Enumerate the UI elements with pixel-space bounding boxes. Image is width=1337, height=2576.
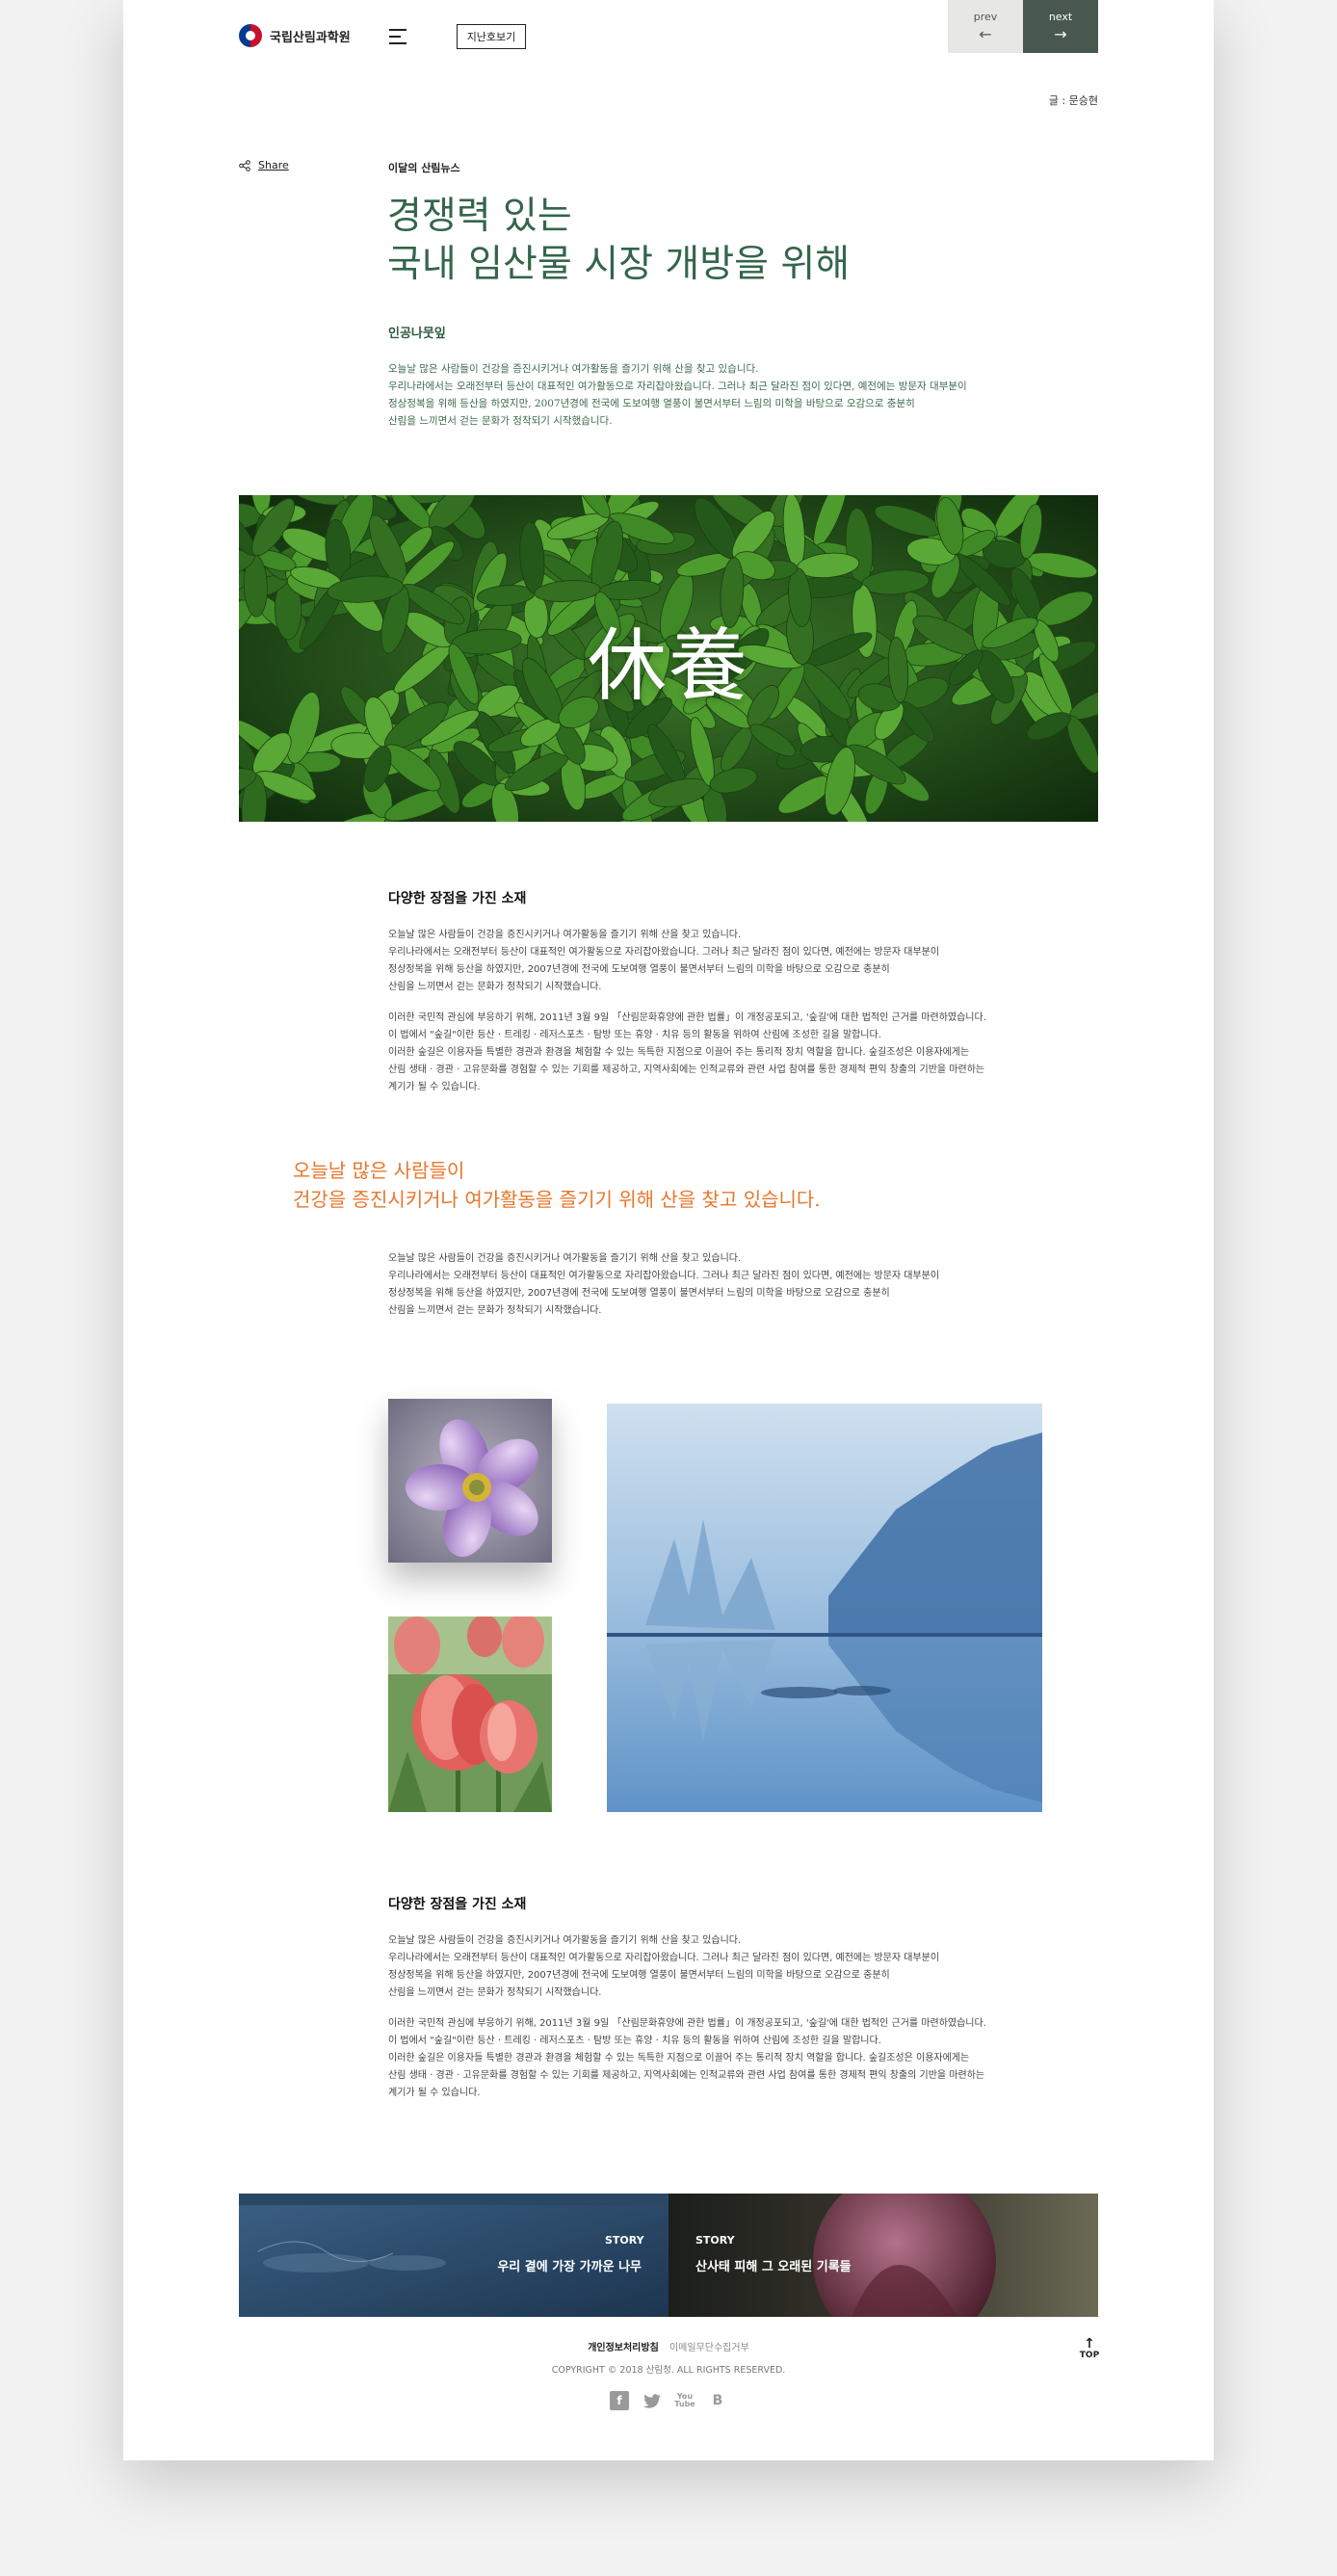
- text-line: 계기가 될 수 있습니다.: [388, 1082, 481, 1092]
- next-label: next: [1048, 11, 1073, 23]
- text-line: 정상정복을 위해 등산을 하였지만, 2007년경에 전국에 도보여행 열풍이 …: [388, 1288, 890, 1299]
- share-icon: [239, 159, 250, 171]
- text-line: 오늘날 많은 사람들이 건강을 증진시키거나 여가활동을 즐기기 위해 산을 찾…: [388, 1253, 742, 1264]
- section-title: 다양한 장점을 가진 소재: [388, 1897, 527, 1912]
- paragraph: 오늘날 많은 사람들이 건강을 증진시키거나 여가활동을 즐기기 위해 산을 찾…: [388, 1250, 1005, 1320]
- section-body: 오늘날 많은 사람들이 건강을 증진시키거나 여가활동을 즐기기 위해 산을 찾…: [388, 1932, 1005, 2102]
- paragraph: 이러한 국민적 관심에 부응하기 위해, 2011년 3월 9일 「산림문화휴양…: [388, 1010, 1005, 1096]
- article-subhead: 인공나뭇잎: [388, 327, 446, 341]
- anemone-photo: [388, 1399, 552, 1563]
- text-line: 산림을 느끼면서 걷는 문화가 정착되기 시작했습니다.: [388, 982, 602, 992]
- arrow-up-icon: ↑: [1084, 2336, 1095, 2352]
- text-line: 우리나라에서는 오래전부터 등산이 대표적인 여가활동으로 자리잡아왔습니다. …: [388, 1953, 940, 1963]
- story-title: 산사태 피해 그 오래된 기록들: [695, 2260, 852, 2274]
- story-label: STORY: [695, 2234, 735, 2247]
- org-name: 국립산림과학원: [270, 30, 351, 45]
- youtube-icon[interactable]: You Tube: [674, 2391, 695, 2410]
- text-line: 산림 생태 · 경관 · 고유문화를 경험할 수 있는 기회를 제공하고, 지역…: [388, 1065, 985, 1075]
- text-line: 산림 생태 · 경관 · 고유문화를 경험할 수 있는 기회를 제공하고, 지역…: [388, 2070, 985, 2081]
- menu-icon[interactable]: [389, 29, 406, 44]
- misty-lake-photo: [607, 1404, 1042, 1812]
- paragraph: 이러한 국민적 관심에 부응하기 위해, 2011년 3월 9일 「산림문화휴양…: [388, 2015, 1005, 2102]
- text-line: 이러한 국민적 관심에 부응하기 위해, 2011년 3월 9일 「산림문화휴양…: [388, 1012, 986, 1023]
- text-line: 이러한 국민적 관심에 부응하기 위해, 2011년 3월 9일 「산림문화휴양…: [388, 2018, 986, 2029]
- intro-line: 산림을 느끼면서 걷는 문화가 정착되기 시작했습니다.: [388, 415, 613, 427]
- top-label: TOP: [1079, 2351, 1100, 2360]
- privacy-policy-link[interactable]: 개인정보처리방침: [588, 2343, 659, 2353]
- past-issues-button[interactable]: 지난호보기: [457, 24, 526, 49]
- story-label: STORY: [605, 2234, 644, 2247]
- paragraph: 오늘날 많은 사람들이 건강을 증진시키거나 여가활동을 즐기기 위해 산을 찾…: [388, 927, 1005, 996]
- facebook-icon[interactable]: f: [610, 2391, 629, 2410]
- text-line: 이러한 숲길은 이용자들 특별한 경관과 환경을 체험할 수 있는 독특한 지점…: [388, 2053, 970, 2063]
- intro-line: 정상정복을 위해 등산을 하였지만, 2007년경에 전국에 도보여행 열풍이 …: [388, 398, 915, 409]
- footer-links: 개인정보처리방침 이메일무단수집거부: [123, 2339, 1214, 2353]
- text-line: 이러한 숲길은 이용자들 특별한 경관과 환경을 체험할 수 있는 독특한 지점…: [388, 1047, 970, 1058]
- author-credit: 글 : 문승현: [1048, 94, 1098, 107]
- pull-quote: 오늘날 많은 사람들이 건강을 증진시키거나 여가활동을 즐기기 위해 산을 찾…: [293, 1156, 821, 1214]
- text-line: 우리나라에서는 오래전부터 등산이 대표적인 여가활동으로 자리잡아왔습니다. …: [388, 1271, 940, 1281]
- text-line: 정상정복을 위해 등산을 하였지만, 2007년경에 전국에 도보여행 열풍이 …: [388, 964, 890, 975]
- paragraph: 오늘날 많은 사람들이 건강을 증진시키거나 여가활동을 즐기기 위해 산을 찾…: [388, 1932, 1005, 2002]
- prev-button[interactable]: prev ←: [948, 0, 1023, 53]
- article-headline: 경쟁력 있는 국내 임산물 시장 개방을 위해: [387, 193, 1062, 289]
- section-body: 오늘날 많은 사람들이 건강을 증진시키거나 여가활동을 즐기기 위해 산을 찾…: [388, 927, 1005, 1096]
- text-line: 오늘날 많은 사람들이 건강을 증진시키거나 여가활동을 즐기기 위해 산을 찾…: [388, 1935, 742, 1946]
- page-container: 국립산림과학원 지난호보기 prev ← next → 글 : 문승현 Shar…: [123, 0, 1214, 2460]
- story-card[interactable]: STORY 산사태 피해 그 오래된 기록들: [668, 2194, 1098, 2317]
- text-line: 계기가 될 수 있습니다.: [388, 2088, 481, 2098]
- prev-label: prev: [973, 11, 998, 23]
- story-title: 우리 곁에 가장 가까운 나무: [497, 2260, 642, 2274]
- text-line: 정상정복을 위해 등산을 하였지만, 2007년경에 전국에 도보여행 열풍이 …: [388, 1970, 890, 1981]
- arrow-right-icon: →: [1054, 25, 1067, 43]
- arrow-left-icon: ←: [979, 25, 992, 43]
- next-button[interactable]: next →: [1023, 0, 1098, 53]
- article-intro: 오늘날 많은 사람들이 건강을 증진시키거나 여가활동을 즐기기 위해 산을 찾…: [388, 360, 985, 430]
- intro-line: 오늘날 많은 사람들이 건강을 증진시키거나 여가활동을 즐기기 위해 산을 찾…: [388, 363, 759, 375]
- tulip-photo: [388, 1617, 552, 1812]
- section-title: 다양한 장점을 가진 소재: [388, 891, 527, 907]
- headline-line-2: 국내 임산물 시장 개방을 위해: [387, 243, 851, 286]
- intro-line: 우리나라에서는 오래전부터 등산이 대표적인 여가활동으로 자리잡아왔습니다. …: [388, 381, 967, 392]
- section-body: 오늘날 많은 사람들이 건강을 증진시키거나 여가활동을 즐기기 위해 산을 찾…: [388, 1250, 1005, 1320]
- headline-line-1: 경쟁력 있는: [387, 195, 572, 238]
- text-line: 산림을 느끼면서 걷는 문화가 정착되기 시작했습니다.: [388, 1987, 602, 1998]
- blog-icon[interactable]: B: [708, 2391, 727, 2410]
- text-line: 이 법에서 "숲길"이란 등산 · 트레킹 · 레저스포츠 · 탐방 또는 휴양…: [388, 1030, 881, 1040]
- scroll-top-button[interactable]: ↑ TOP: [1079, 2337, 1100, 2360]
- twitter-icon[interactable]: [642, 2391, 662, 2410]
- text-line: 이 법에서 "숲길"이란 등산 · 트레킹 · 레저스포츠 · 탐방 또는 휴양…: [388, 2036, 881, 2046]
- quote-line-2: 건강을 증진시키거나 여가활동을 즐기기 위해 산을 찾고 있습니다.: [293, 1188, 821, 1211]
- hero-title: 休養: [587, 620, 749, 712]
- text-line: 산림을 느끼면서 걷는 문화가 정착되기 시작했습니다.: [388, 1305, 602, 1316]
- government-emblem-icon: [239, 24, 262, 47]
- story-image: [668, 2194, 1098, 2317]
- email-policy-link[interactable]: 이메일무단수집거부: [669, 2343, 749, 2353]
- hero-banner: 休養: [239, 495, 1098, 822]
- article-category: 이달의 산림뉴스: [388, 162, 460, 174]
- text-line: 오늘날 많은 사람들이 건강을 증진시키거나 여가활동을 즐기기 위해 산을 찾…: [388, 930, 742, 940]
- story-card[interactable]: STORY 우리 곁에 가장 가까운 나무: [239, 2194, 668, 2317]
- share-label: Share: [258, 159, 289, 171]
- copyright: COPYRIGHT © 2018 산림청. ALL RIGHTS RESERVE…: [551, 2365, 786, 2376]
- story-image: [239, 2194, 668, 2317]
- sns-links: f You Tube B: [610, 2391, 727, 2410]
- quote-line-1: 오늘날 많은 사람들이: [293, 1159, 465, 1182]
- share-button[interactable]: Share: [239, 159, 289, 171]
- site-logo[interactable]: 국립산림과학원: [239, 24, 351, 47]
- text-line: 우리나라에서는 오래전부터 등산이 대표적인 여가활동으로 자리잡아왔습니다. …: [388, 947, 940, 958]
